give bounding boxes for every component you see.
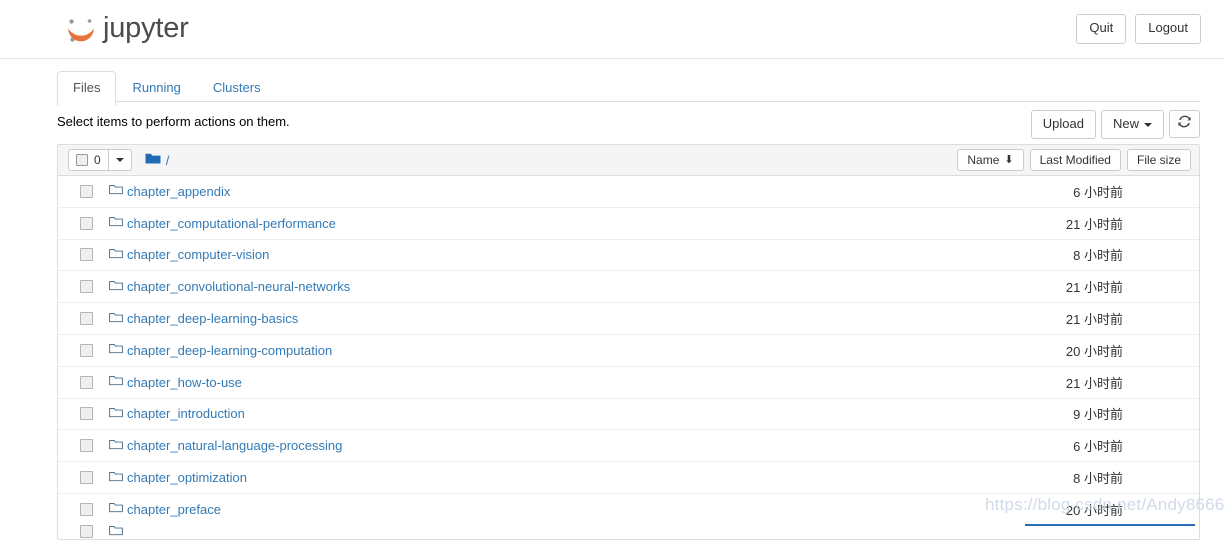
tab-clusters[interactable]: Clusters xyxy=(197,71,277,106)
selected-count: 0 xyxy=(94,152,101,167)
file-modified-time: 6 小时前 xyxy=(1073,439,1123,455)
table-row[interactable]: chapter_how-to-use 21 小时前 xyxy=(58,366,1199,399)
chevron-down-icon xyxy=(1144,122,1152,127)
folder-icon xyxy=(109,406,123,421)
folder-icon xyxy=(109,343,123,358)
sort-by-filesize-button[interactable]: File size xyxy=(1126,149,1191,171)
row-checkbox[interactable] xyxy=(80,248,93,262)
file-name-link[interactable]: chapter_convolutional-neural-networks xyxy=(127,279,350,294)
file-modified-time: 6 小时前 xyxy=(1073,184,1123,200)
file-modified-time: 20 小时前 xyxy=(1065,502,1123,518)
row-checkbox[interactable] xyxy=(80,375,93,389)
file-name-link[interactable]: chapter_preface xyxy=(127,502,221,517)
file-name-link[interactable]: chapter_natural-language-processing xyxy=(127,438,342,453)
folder-icon xyxy=(109,502,123,517)
list-toolbar: 0 / Name ⬇ Last Modified File size xyxy=(58,145,1199,176)
sort-descending-arrow-icon: ⬇ xyxy=(1004,153,1014,166)
select-all-button[interactable]: 0 xyxy=(68,149,109,171)
table-row[interactable]: chapter_computational-performance 21 小时前 xyxy=(58,207,1199,240)
file-modified-time: 21 小时前 xyxy=(1065,375,1123,391)
row-checkbox[interactable] xyxy=(80,471,93,485)
table-row[interactable]: chapter_natural-language-processing 6 小时前 xyxy=(58,430,1199,463)
file-rows: chapter_appendix 6 小时前 chapter_computation… xyxy=(58,176,1199,525)
file-name-link[interactable]: chapter_introduction xyxy=(127,406,245,421)
file-name-link[interactable]: chapter_deep-learning-basics xyxy=(127,311,298,326)
row-checkbox[interactable] xyxy=(80,216,93,230)
file-modified-time: 9 小时前 xyxy=(1073,407,1123,423)
file-modified-time: 20 小时前 xyxy=(1065,343,1123,359)
sort-name-label: Name xyxy=(967,152,1000,167)
checkbox-icon[interactable] xyxy=(76,154,88,166)
table-row[interactable]: chapter_optimization 8 小时前 xyxy=(58,462,1199,494)
folder-icon xyxy=(109,184,123,199)
table-row[interactable]: chapter_preface 20 小时前 xyxy=(58,493,1199,525)
quit-button[interactable]: Quit xyxy=(1076,14,1127,44)
app-header: jupyter Quit Logout xyxy=(0,0,1225,59)
row-checkbox[interactable] xyxy=(80,407,93,421)
folder-icon xyxy=(109,470,123,485)
table-row[interactable]: chapter_convolutional-neural-networks 21 … xyxy=(58,271,1199,304)
tab-files[interactable]: Files xyxy=(57,71,117,107)
file-modified-time: 21 小时前 xyxy=(1065,280,1123,296)
jupyter-logo-icon xyxy=(64,13,98,47)
file-modified-time: 8 小时前 xyxy=(1073,471,1123,487)
sort-by-modified-button[interactable]: Last Modified xyxy=(1029,149,1121,171)
folder-icon xyxy=(109,247,123,262)
table-row[interactable]: chapter_deep-learning-computation 20 小时前 xyxy=(58,334,1199,367)
tab-bar: Files Running Clusters xyxy=(0,60,1225,107)
file-name-link[interactable]: chapter_deep-learning-computation xyxy=(127,343,332,358)
file-name-link[interactable]: chapter_appendix xyxy=(127,184,230,199)
row-checkbox[interactable] xyxy=(80,439,93,453)
folder-icon xyxy=(109,375,123,390)
brand-title: jupyter xyxy=(103,12,189,44)
chevron-down-icon xyxy=(115,158,124,162)
file-name-link[interactable]: chapter_computer-vision xyxy=(127,247,269,262)
tab-running[interactable]: Running xyxy=(116,71,196,106)
action-row: Select items to perform actions on them.… xyxy=(57,110,1200,142)
table-row[interactable]: chapter_introduction 9 小时前 xyxy=(58,398,1199,431)
sort-by-name-button[interactable]: Name ⬇ xyxy=(957,149,1024,171)
table-row[interactable]: chapter_appendix 6 小时前 xyxy=(58,176,1199,208)
new-button[interactable]: New xyxy=(1100,110,1164,139)
breadcrumb: / xyxy=(145,152,170,168)
refresh-button[interactable] xyxy=(1169,110,1200,138)
brand[interactable]: jupyter xyxy=(64,9,189,51)
file-name-link[interactable]: chapter_how-to-use xyxy=(127,375,242,390)
row-checkbox[interactable] xyxy=(80,343,93,357)
upload-button[interactable]: Upload xyxy=(1030,110,1096,139)
header-actions: Quit Logout xyxy=(1076,14,1201,44)
folder-icon xyxy=(109,279,123,294)
selected-row-indicator xyxy=(1025,524,1195,526)
refresh-icon xyxy=(1178,115,1191,131)
select-hint-text: Select items to perform actions on them. xyxy=(57,114,290,129)
folder-icon xyxy=(109,311,123,326)
row-checkbox[interactable] xyxy=(80,312,93,326)
row-checkbox[interactable] xyxy=(80,280,93,294)
select-all-group: 0 xyxy=(68,149,132,171)
logout-button[interactable]: Logout xyxy=(1135,14,1201,44)
table-row[interactable]: chapter_deep-learning-basics 21 小时前 xyxy=(58,303,1199,335)
row-checkbox[interactable] xyxy=(80,502,93,516)
table-row[interactable]: chapter_computer-vision 8 小时前 xyxy=(58,239,1199,272)
folder-icon xyxy=(109,438,123,453)
breadcrumb-root-link[interactable]: / xyxy=(166,153,170,168)
select-dropdown-button[interactable] xyxy=(108,149,132,171)
file-modified-time: 21 小时前 xyxy=(1065,216,1123,232)
folder-icon xyxy=(109,216,123,231)
file-modified-time: 21 小时前 xyxy=(1065,312,1123,328)
file-name-link[interactable]: chapter_computational-performance xyxy=(127,216,336,231)
file-browser-list: 0 / Name ⬇ Last Modified File size chapt… xyxy=(57,144,1200,540)
folder-icon xyxy=(145,152,161,168)
file-modified-time: 8 小时前 xyxy=(1073,248,1123,264)
file-name-link[interactable]: chapter_optimization xyxy=(127,470,247,485)
new-button-label: New xyxy=(1112,116,1139,131)
row-checkbox[interactable] xyxy=(80,184,93,198)
row-checkbox[interactable] xyxy=(80,525,93,539)
